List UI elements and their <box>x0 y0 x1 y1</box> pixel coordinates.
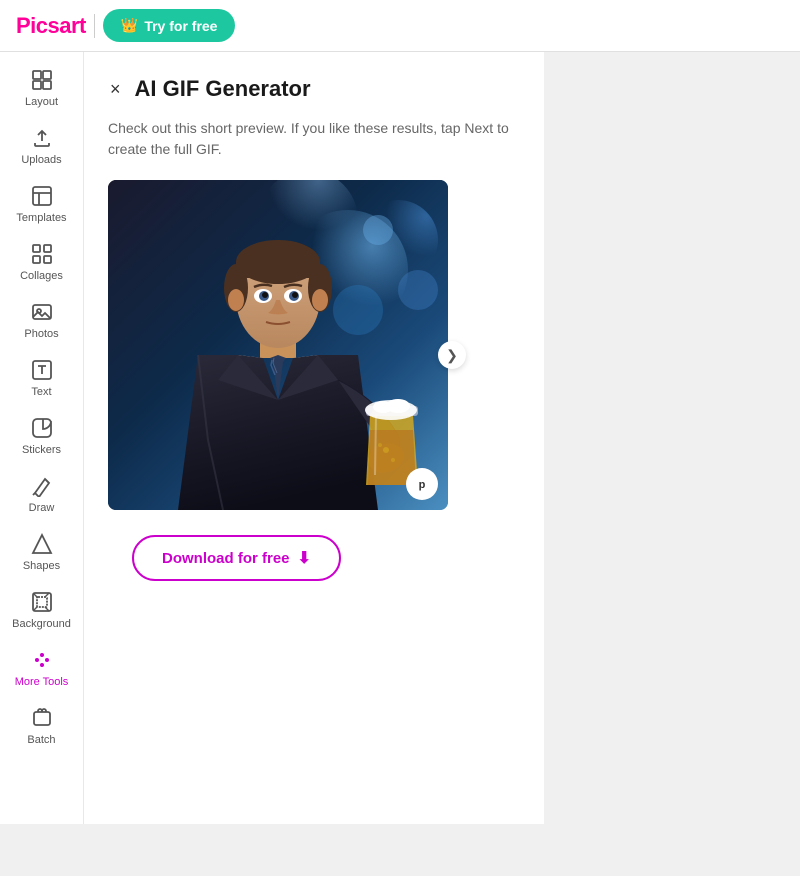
try-button-label: Try for free <box>144 18 217 34</box>
collages-icon <box>30 242 54 266</box>
panel-description: Check out this short preview. If you lik… <box>108 118 520 160</box>
templates-icon <box>30 184 54 208</box>
sidebar-item-background[interactable]: Background <box>4 582 80 638</box>
batch-icon <box>30 706 54 730</box>
main-area: × AI GIF Generator Check out this short … <box>84 52 800 824</box>
download-label: Download for free <box>162 550 290 567</box>
sidebar-label-shapes: Shapes <box>23 560 60 572</box>
sidebar-label-photos: Photos <box>24 328 58 340</box>
preview-image: p <box>108 180 448 510</box>
sidebar-item-text[interactable]: Text <box>4 350 80 406</box>
draw-icon <box>30 474 54 498</box>
close-button[interactable]: × <box>108 77 123 102</box>
sidebar-label-draw: Draw <box>29 502 55 514</box>
stickers-icon <box>30 416 54 440</box>
sidebar-item-layout[interactable]: Layout <box>4 60 80 116</box>
sidebar-label-collages: Collages <box>20 270 63 282</box>
header-divider <box>94 14 95 38</box>
sidebar-item-batch[interactable]: Batch <box>4 698 80 754</box>
sidebar: Layout Uploads Templates <box>0 52 84 824</box>
next-chevron-button[interactable]: ❯ <box>438 341 466 369</box>
chevron-right-icon: ❯ <box>446 347 458 364</box>
sidebar-label-more-tools: More Tools <box>15 676 69 688</box>
uploads-icon <box>30 126 54 150</box>
more-tools-icon <box>30 648 54 672</box>
sidebar-label-background: Background <box>12 618 71 630</box>
svg-text:p: p <box>419 479 426 491</box>
sidebar-item-templates[interactable]: Templates <box>4 176 80 232</box>
sidebar-label-layout: Layout <box>25 96 58 108</box>
sidebar-label-templates: Templates <box>16 212 66 224</box>
shapes-icon <box>30 532 54 556</box>
sidebar-item-more-tools[interactable]: More Tools <box>4 640 80 696</box>
sidebar-label-uploads: Uploads <box>21 154 61 166</box>
crown-icon: 👑 <box>121 17 138 34</box>
background-icon <box>30 590 54 614</box>
download-button[interactable]: Download for free ⬇ <box>132 535 341 581</box>
close-icon: × <box>110 79 121 100</box>
try-for-free-button[interactable]: 👑 Try for free <box>103 9 236 42</box>
sidebar-label-stickers: Stickers <box>22 444 61 456</box>
download-icon: ⬇ <box>298 548 311 568</box>
gif-preview: p <box>108 180 448 510</box>
text-icon <box>30 358 54 382</box>
logo-text: Picsart <box>16 13 86 39</box>
sidebar-item-shapes[interactable]: Shapes <box>4 524 80 580</box>
sidebar-label-batch: Batch <box>27 734 55 746</box>
sidebar-item-uploads[interactable]: Uploads <box>4 118 80 174</box>
layout-icon <box>30 68 54 92</box>
logo: Picsart <box>16 13 86 39</box>
ai-gif-panel: × AI GIF Generator Check out this short … <box>84 52 544 824</box>
sidebar-item-collages[interactable]: Collages <box>4 234 80 290</box>
sidebar-item-stickers[interactable]: Stickers <box>4 408 80 464</box>
photos-icon <box>30 300 54 324</box>
panel-header: × AI GIF Generator <box>108 76 520 102</box>
sidebar-label-text: Text <box>31 386 51 398</box>
sidebar-item-photos[interactable]: Photos <box>4 292 80 348</box>
panel-title: AI GIF Generator <box>135 76 311 102</box>
preview-wrapper: p ❯ <box>108 180 448 530</box>
app-header: Picsart 👑 Try for free <box>0 0 800 52</box>
picsart-badge: p <box>406 468 438 500</box>
sidebar-item-draw[interactable]: Draw <box>4 466 80 522</box>
